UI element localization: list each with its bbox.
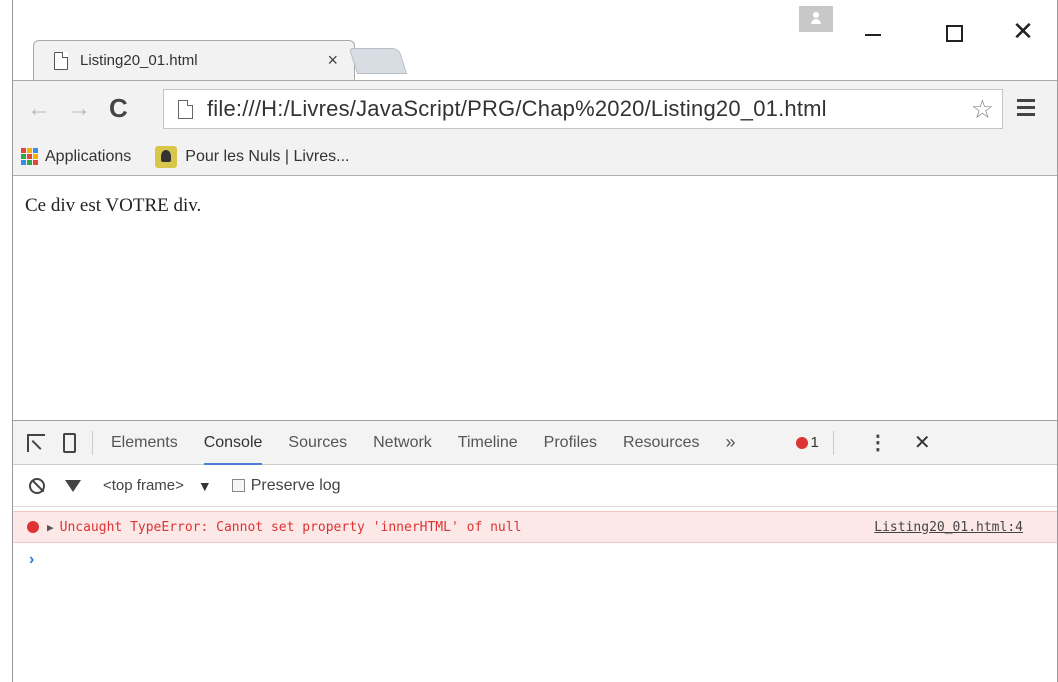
tab-timeline[interactable]: Timeline: [458, 421, 518, 465]
preserve-log-label: Preserve log: [250, 476, 341, 494]
devtools-panel: Elements Console Sources Network Timelin…: [13, 420, 1057, 682]
error-message: Uncaught TypeError: Cannot set property …: [59, 519, 522, 535]
preserve-log-checkbox[interactable]: [231, 479, 245, 492]
error-count: 1: [810, 434, 819, 451]
error-icon: [795, 436, 808, 449]
page-info-icon[interactable]: [178, 99, 193, 119]
error-icon: [27, 521, 39, 533]
tab-profiles[interactable]: Profiles: [544, 421, 597, 465]
user-icon: [811, 12, 821, 24]
maximize-button[interactable]: [933, 16, 973, 46]
address-bar[interactable]: file:///H:/Livres/JavaScript/PRG/Chap%20…: [163, 89, 1003, 129]
error-source-link[interactable]: Listing20_01.html:4: [874, 520, 1023, 535]
bookmark-pour-les-nuls[interactable]: Pour les Nuls | Livres...: [185, 148, 349, 166]
url-text[interactable]: file:///H:/Livres/JavaScript/PRG/Chap%20…: [207, 96, 971, 122]
forward-arrow-icon[interactable]: →: [67, 95, 91, 123]
devtools-tab-bar: Elements Console Sources Network Timelin…: [13, 421, 1057, 465]
clear-console-icon[interactable]: [29, 477, 45, 494]
devtools-menu-icon[interactable]: ⋮: [868, 430, 888, 455]
apps-grid-icon[interactable]: [21, 147, 39, 166]
tab-network[interactable]: Network: [373, 421, 432, 465]
console-toolbar: <top frame> ▼ Preserve log: [13, 465, 1057, 507]
window-close-button[interactable]: ✕: [1003, 16, 1043, 46]
chevron-down-icon[interactable]: ▼: [198, 478, 212, 494]
tab-elements[interactable]: Elements: [111, 421, 178, 465]
tab-close-icon[interactable]: ×: [327, 50, 338, 71]
tab-title: Listing20_01.html: [80, 52, 198, 69]
console-error-row[interactable]: ▶ Uncaught TypeError: Cannot set propert…: [13, 511, 1057, 543]
console-prompt[interactable]: ›: [29, 551, 34, 569]
new-tab-button[interactable]: [348, 48, 408, 74]
favicon-icon: [155, 145, 178, 168]
browser-window: Listing20_01.html × ✕ ← → C file:///H:/L…: [12, 0, 1058, 682]
bookmarks-bar: Applications Pour les Nuls | Livres...: [13, 138, 1057, 176]
devtools-close-icon[interactable]: ✕: [914, 430, 931, 455]
filter-icon[interactable]: [65, 479, 81, 492]
divider: [832, 430, 834, 455]
page-div-text: Ce div est VOTRE div.: [25, 195, 202, 216]
frame-selector[interactable]: <top frame>: [103, 477, 184, 494]
device-mode-icon[interactable]: [63, 432, 76, 453]
document-icon: [54, 51, 68, 70]
error-count-badge[interactable]: 1: [795, 434, 819, 451]
page-viewport: Ce div est VOTRE div.: [13, 177, 1057, 420]
tab-resources[interactable]: Resources: [623, 421, 699, 465]
browser-tab[interactable]: Listing20_01.html ×: [33, 40, 355, 80]
divider: [92, 430, 93, 455]
bookmark-star-icon[interactable]: ☆: [971, 94, 994, 125]
tab-sources[interactable]: Sources: [288, 421, 347, 465]
more-tabs-icon[interactable]: »: [726, 432, 736, 453]
bookmark-applications[interactable]: Applications: [45, 148, 131, 166]
reload-icon[interactable]: C: [109, 93, 128, 124]
profile-button[interactable]: [799, 6, 833, 32]
inspect-element-icon[interactable]: [27, 433, 45, 452]
title-bar: Listing20_01.html × ✕: [13, 0, 1057, 80]
tab-console[interactable]: Console: [203, 421, 263, 465]
back-arrow-icon[interactable]: ←: [27, 95, 51, 123]
minimize-button[interactable]: [853, 16, 893, 46]
expand-triangle-icon[interactable]: ▶: [47, 521, 54, 534]
chrome-menu-icon[interactable]: [1017, 99, 1035, 117]
navigation-toolbar: ← → C file:///H:/Livres/JavaScript/PRG/C…: [13, 80, 1057, 138]
